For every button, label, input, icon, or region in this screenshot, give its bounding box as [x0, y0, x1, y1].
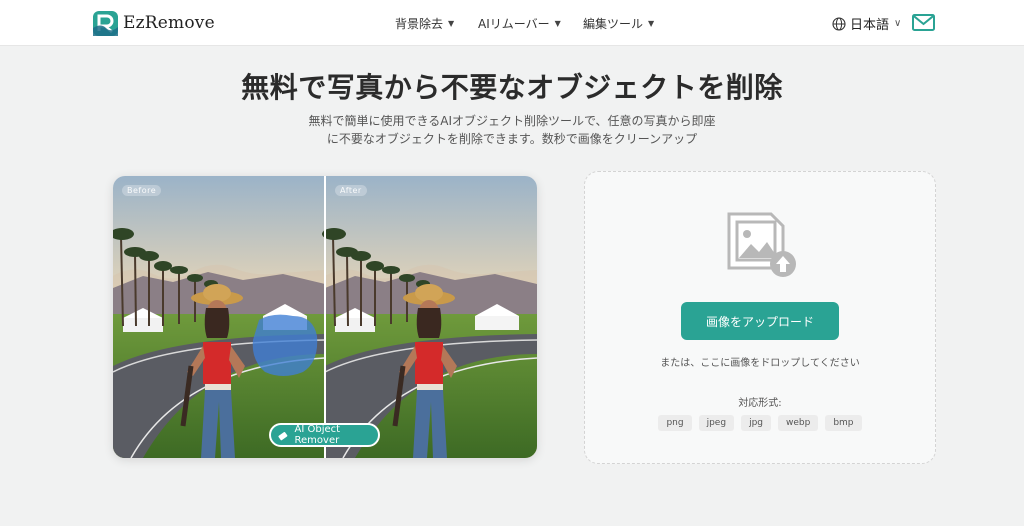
nav-ai-remover[interactable]: AIリムーバー ▼ — [478, 15, 561, 32]
supported-formats: png jpeg jpg webp bmp — [585, 415, 935, 431]
format-tag: jpeg — [698, 415, 735, 431]
image-upload-icon — [727, 212, 799, 280]
badge-label: AI Object Remover — [294, 424, 341, 446]
page-subtitle: 無料で簡単に使用できるAIオブジェクト削除ツールで、任意の写真から即座 に不要な… — [296, 112, 728, 148]
sample-photo — [113, 176, 537, 458]
caret-down-icon: ▼ — [554, 19, 561, 28]
after-label: After — [335, 185, 367, 196]
format-tag: png — [658, 415, 692, 431]
nav-label: 編集ツール — [583, 17, 644, 31]
upload-dropzone[interactable]: 画像をアップロード または、ここに画像をドロップしてください 対応形式: png… — [584, 171, 936, 464]
before-after-image: Before After AI Object Remover — [113, 176, 537, 458]
chevron-down-icon: ∨ — [894, 18, 902, 29]
format-tag: jpg — [741, 415, 771, 431]
site-header: EzRemove 背景除去 ▼ AIリムーバー ▼ 編集ツール ▼ 日本語 ∨ — [0, 0, 1024, 46]
drop-hint: または、ここに画像をドロップしてください — [660, 358, 860, 369]
language-selector[interactable]: 日本語 ∨ — [832, 14, 901, 33]
globe-icon — [832, 16, 846, 31]
language-label: 日本語 — [850, 18, 890, 33]
caret-down-icon: ▼ — [448, 19, 455, 28]
page-title: 無料で写真から不要なオブジェクトを削除 — [241, 71, 783, 104]
ai-object-remover-badge: AI Object Remover — [269, 423, 380, 447]
upload-image-button[interactable]: 画像をアップロード — [681, 302, 839, 340]
before-label: Before — [122, 185, 162, 196]
nav-edit-tools[interactable]: 編集ツール ▼ — [583, 15, 654, 32]
format-tag: bmp — [825, 415, 862, 431]
supported-formats-label: 対応形式: — [738, 398, 782, 409]
subtitle-line: 無料で簡単に使用できるAIオブジェクト削除ツールで、任意の写真から即座 — [308, 114, 716, 128]
nav-label: AIリムーバー — [478, 17, 550, 31]
format-tag: webp — [778, 415, 819, 431]
caret-down-icon: ▼ — [648, 19, 655, 28]
mail-icon[interactable] — [912, 14, 935, 31]
eraser-icon — [278, 431, 288, 441]
nav-label: 背景除去 — [395, 17, 444, 31]
nav-background-removal[interactable]: 背景除去 ▼ — [395, 15, 454, 32]
subtitle-line: に不要なオブジェクトを削除できます。数秒で画像をクリーンアップ — [326, 132, 698, 146]
